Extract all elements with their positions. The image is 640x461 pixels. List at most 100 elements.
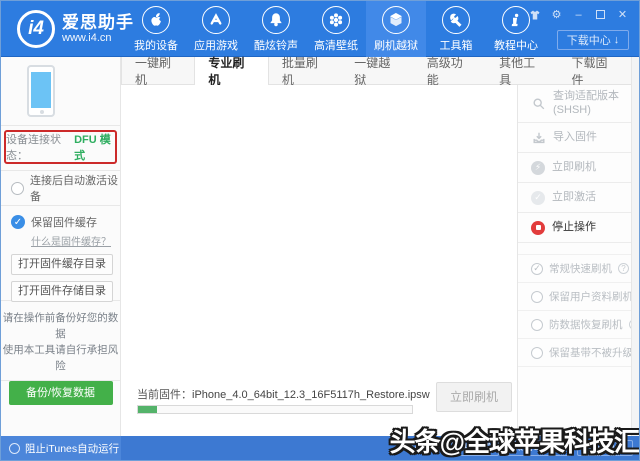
open-storage-dir-button[interactable]: 打开固件存储目录 (11, 281, 113, 302)
scrollbar-track[interactable] (631, 57, 639, 436)
status-bar: 阻止iTunes自动运行 V7.93 意见反馈 微信公众号 检查更新 (1, 436, 639, 460)
firmware-filename: iPhone_4.0_64bit_12.3_16F5117h_Restore.i… (192, 389, 430, 401)
what-is-cache-link[interactable]: 什么是固件缓存？ (31, 233, 112, 248)
window-controls: ⚙ – ✕ (528, 8, 629, 21)
settings-gear-icon[interactable]: ⚙ (550, 8, 563, 21)
device-thumbnail-section (1, 57, 120, 126)
nav-label: 刷机越狱 (374, 37, 418, 53)
block-itunes-toggle[interactable]: 阻止iTunes自动运行 (1, 436, 121, 460)
block-itunes-label: 阻止iTunes自动运行 (25, 441, 119, 456)
nav-ringtones[interactable]: 酷炫铃声 (246, 1, 306, 57)
option-keep-baseband[interactable]: 保留基带不被升级 ? (518, 339, 631, 367)
tab-one-key-jailbreak[interactable]: 一键越狱 (341, 57, 413, 85)
flash-circle-icon: ⚡ (531, 161, 545, 175)
maximize-icon[interactable] (594, 8, 607, 21)
nav-apps-games[interactable]: 应用游戏 (186, 1, 246, 57)
action-stop-operation[interactable]: 停止操作 (518, 213, 631, 243)
nav-flash-jailbreak[interactable]: 刷机越狱 (366, 1, 426, 57)
tab-one-key-flash[interactable]: 一键刷机 (122, 57, 194, 85)
radio-unchecked-icon[interactable] (11, 182, 24, 195)
apple-icon (142, 6, 170, 34)
radio-checked-icon[interactable]: ✓ (531, 263, 543, 275)
tab-pro-flash[interactable]: 专业刷机 (194, 57, 268, 85)
tab-advanced[interactable]: 高级功能 (414, 57, 486, 85)
appstore-icon (202, 6, 230, 34)
wallpaper-icon (322, 6, 350, 34)
open-cache-dir-button[interactable]: 打开固件缓存目录 (11, 254, 113, 275)
action-label: 立即刷机 (552, 161, 596, 175)
app-window: i4 爱思助手 www.i4.cn 我的设备 应用游戏 (0, 0, 640, 461)
radio-unchecked-icon[interactable] (531, 347, 543, 359)
top-toolbar: i4 爱思助手 www.i4.cn 我的设备 应用游戏 (1, 1, 639, 57)
tab-other-tools[interactable]: 其他工具 (486, 57, 558, 85)
auto-activate-row[interactable]: 连接后自动激活设备 (1, 171, 120, 206)
check-update-button[interactable]: 检查更新 (577, 440, 633, 456)
action-label: 停止操作 (552, 221, 596, 235)
info-icon (502, 6, 530, 34)
main-nav: 我的设备 应用游戏 酷炫铃声 高清壁纸 (126, 1, 546, 57)
dfu-status-highlight: 设备连接状态： DFU 模式 (4, 130, 117, 164)
option-label: 保留基带不被升级 (549, 345, 633, 360)
close-icon[interactable]: ✕ (616, 8, 629, 21)
flash-now-button-disabled[interactable]: 立即刷机 (436, 382, 512, 412)
toolbox-icon (442, 6, 470, 34)
nav-label: 教程中心 (494, 37, 538, 53)
search-icon (531, 96, 546, 111)
feedback-button[interactable]: 意见反馈 (443, 440, 499, 456)
activate-circle-icon: ✓ (531, 191, 545, 205)
flash-jailbreak-icon (382, 6, 410, 34)
app-url: www.i4.cn (62, 32, 134, 44)
radio-unchecked-icon[interactable] (531, 291, 543, 303)
app-title: 爱思助手 (62, 14, 134, 33)
nav-label: 高清壁纸 (314, 37, 358, 53)
nav-wallpapers[interactable]: 高清壁纸 (306, 1, 366, 57)
option-keep-user-data[interactable]: 保留用户资料刷机 ? (518, 283, 631, 311)
keep-cache-row[interactable]: ✓ 保留固件缓存 (11, 214, 112, 230)
download-center-label: 下载中心 (567, 32, 611, 48)
download-center-button[interactable]: 下载中心 ↓ (557, 30, 629, 50)
nav-my-device[interactable]: 我的设备 (126, 1, 186, 57)
stop-icon (531, 221, 545, 235)
firmware-label: 当前固件： (137, 389, 192, 401)
download-arrow-icon: ↓ (614, 34, 620, 46)
device-status-section: 设备连接状态： DFU 模式 (1, 126, 120, 171)
iphone-icon (27, 65, 55, 117)
action-label: 立即激活 (552, 191, 596, 205)
action-query-shsh[interactable]: 查询适配版本 (SHSH) (518, 85, 631, 123)
tab-download-firmware[interactable]: 下载固件 (559, 57, 631, 85)
bell-icon (262, 6, 290, 34)
action-label2: (SHSH) (553, 104, 591, 116)
warning-line1: 请在操作前备份好您的数据 (1, 310, 120, 342)
radio-unchecked-icon[interactable] (531, 319, 543, 331)
logo-badge: i4 (17, 10, 55, 48)
action-import-firmware[interactable]: 导入固件 (518, 123, 631, 153)
device-status-value: DFU 模式 (74, 131, 115, 163)
option-label: 保留用户资料刷机 (549, 289, 633, 304)
statusbar-right: V7.93 意见反馈 微信公众号 检查更新 (411, 436, 633, 460)
action-activate-now[interactable]: ✓ 立即激活 (518, 183, 631, 213)
skin-icon[interactable] (528, 8, 541, 21)
nav-label: 酷炫铃声 (254, 37, 298, 53)
option-anti-data-recovery[interactable]: 防数据恢复刷机 ? (518, 311, 631, 339)
help-icon[interactable]: ? (618, 263, 629, 274)
import-icon (531, 130, 546, 145)
radio-unchecked-icon (9, 443, 20, 454)
tab-batch-flash[interactable]: 批量刷机 (269, 57, 341, 85)
nav-label: 我的设备 (134, 37, 178, 53)
wechat-button[interactable]: 微信公众号 (505, 440, 571, 456)
minimize-icon[interactable]: – (572, 8, 585, 21)
backup-restore-button[interactable]: 备份/恢复数据 (9, 381, 113, 405)
action-label: 导入固件 (553, 131, 597, 145)
firmware-row: 当前固件：iPhone_4.0_64bit_12.3_16F5117h_Rest… (121, 386, 518, 430)
action-label: 查询适配版本 (553, 90, 619, 102)
backup-warning-section: 请在操作前备份好您的数据 使用本工具请自行承担风险 备份/恢复数据 (1, 301, 120, 381)
option-label: 常规快速刷机 (549, 261, 612, 276)
checkbox-checked-icon[interactable]: ✓ (11, 215, 25, 229)
current-firmware-text: 当前固件：iPhone_4.0_64bit_12.3_16F5117h_Rest… (137, 386, 430, 402)
right-sidebar: 查询适配版本 (SHSH) 导入固件 ⚡ 立即刷机 ✓ 立即激活 停止操作 ✓ 常… (517, 85, 631, 436)
action-flash-now[interactable]: ⚡ 立即刷机 (518, 153, 631, 183)
version-label: V7.93 (411, 443, 437, 454)
nav-toolbox[interactable]: 工具箱 (426, 1, 486, 57)
flash-progress-bar (137, 405, 413, 414)
option-normal-fast-flash[interactable]: ✓ 常规快速刷机 ? (518, 255, 631, 283)
